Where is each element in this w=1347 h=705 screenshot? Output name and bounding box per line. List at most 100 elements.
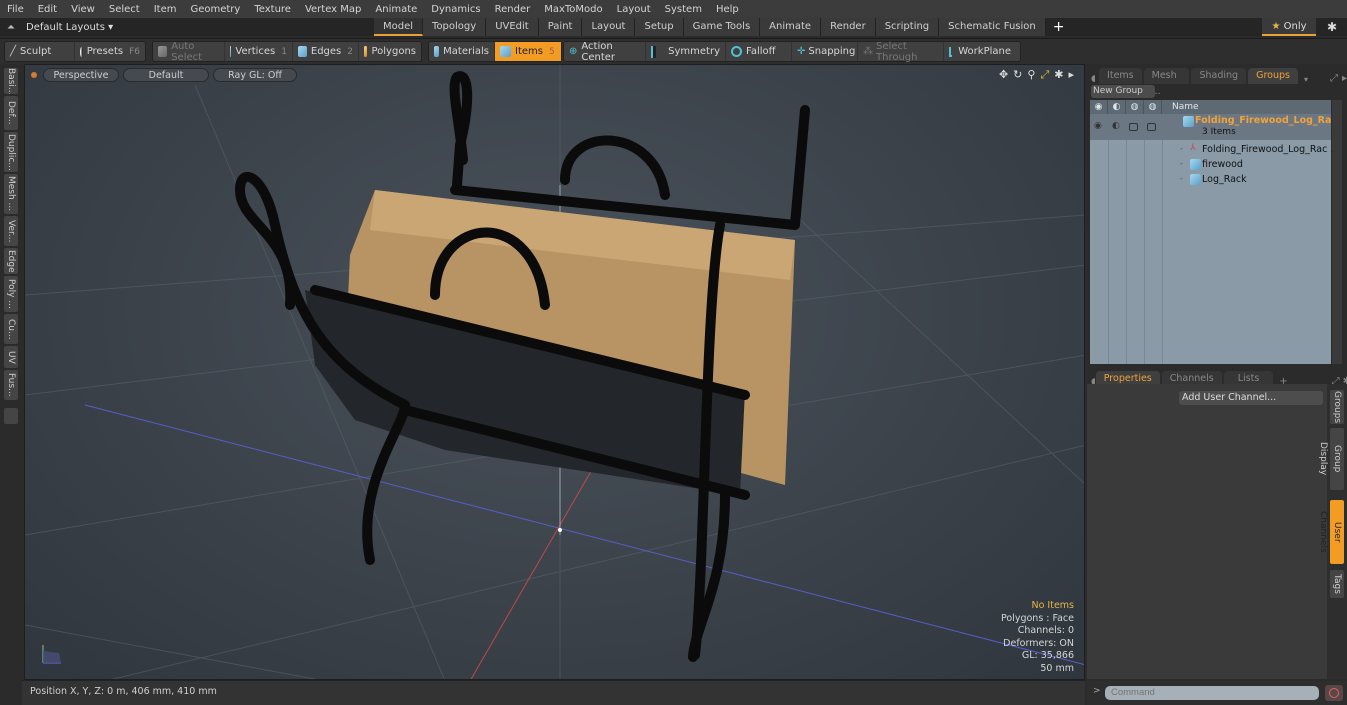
visibility-col-icon[interactable]: ◉ [1090,100,1108,114]
select-through-button[interactable]: ⁂ Select Through [858,41,944,63]
render-icon[interactable]: ◐ [1112,121,1120,131]
vtab-edge[interactable]: Edge [4,248,18,274]
render-col-icon[interactable]: ◐ [1108,100,1126,114]
menu-texture[interactable]: Texture [247,4,298,15]
collapse-up-icon[interactable]: ⏶ [0,22,22,33]
tab-items[interactable]: Items [1099,68,1142,84]
tab-render[interactable]: Render [821,18,876,36]
tab-mesh[interactable]: Mesh ... [1143,68,1190,97]
vtab-extra[interactable] [4,408,18,424]
only-toggle[interactable]: ★ Only [1262,18,1316,36]
menu-file[interactable]: File [0,4,31,15]
menu-vertex-map[interactable]: Vertex Map [298,4,368,15]
raygl-button[interactable]: Ray GL: Off [213,68,297,82]
menu-layout[interactable]: Layout [610,4,658,15]
tab-schematic-fusion[interactable]: Schematic Fusion [939,18,1046,36]
tabs-dropdown-icon[interactable]: ▾ [1300,75,1312,84]
side-tab-tags[interactable]: Tags [1330,570,1344,598]
edges-button[interactable]: Edges 2 [293,42,359,61]
vtab-basic[interactable]: Basi... [4,68,18,94]
tab-model[interactable]: Model [374,18,424,36]
menu-geometry[interactable]: Geometry [183,4,247,15]
menu-render[interactable]: Render [488,4,538,15]
vtab-vertex[interactable]: Ver... [4,216,18,246]
maximize-icon[interactable]: ⤢ [1330,73,1338,84]
menu-view[interactable]: View [64,4,102,15]
tab-setup[interactable]: Setup [635,18,684,36]
new-group-button[interactable]: New Group [1091,85,1155,98]
zoom-icon[interactable]: ⚲ [1027,68,1035,82]
command-record-button[interactable] [1325,685,1343,701]
vtab-polygon[interactable]: Poly ... [4,276,18,312]
visibility-icon[interactable]: ◉ [1094,121,1102,131]
tab-scripting[interactable]: Scripting [875,18,940,36]
vtab-fusion[interactable]: Fus... [4,370,18,400]
3d-viewport[interactable]: Perspective Default Ray GL: Off ✥ ↻ ⚲ ⤢ … [24,64,1085,680]
list-item[interactable]: - ⅄ Folding_Firewood_Log_Rac ... [1090,142,1339,157]
list-item[interactable]: - firewood [1090,157,1331,172]
menu-help[interactable]: Help [709,4,746,15]
gear-icon[interactable]: ✱ [1322,18,1342,36]
menu-dynamics[interactable]: Dynamics [424,4,487,15]
menu-edit[interactable]: Edit [31,4,64,15]
position-readout: Position X, Y, Z: 0 m, 406 mm, 410 mm [30,686,217,697]
tools-group: ⊕ Action Center Symmetry Falloff ✛ Snapp… [563,41,1021,63]
expand-arrow-icon[interactable]: ▸ [1068,68,1074,82]
select-col-icon[interactable]: ◍ [1144,100,1162,114]
snapping-button[interactable]: ✛ Snapping [792,42,858,61]
view-mode-button[interactable]: Perspective [43,68,119,82]
group-icon [1183,116,1194,127]
menu-select[interactable]: Select [102,4,147,15]
viewport-menu-dot[interactable] [31,72,37,78]
vtab-mesh[interactable]: Mesh ... [4,174,18,214]
auto-select-button[interactable]: Auto Select [153,41,225,63]
tab-uvedit[interactable]: UVEdit [486,18,539,36]
presets-button[interactable]: Presets F6 [75,42,145,61]
panel-menu-icon[interactable]: ◖ [1087,74,1099,84]
materials-button[interactable]: Materials [429,42,495,61]
vtab-deform[interactable]: Def... [4,96,18,130]
group-row[interactable]: ◉ ◐ Folding_Firewood_Log_Ra... 3 Items [1090,114,1342,140]
symmetry-button[interactable]: Symmetry [646,42,726,61]
vtab-duplicate[interactable]: Duplic... [4,132,18,172]
tab-shading[interactable]: Shading [1191,68,1247,84]
side-tab-user-channels[interactable]: User Channels [1318,500,1344,564]
tab-layout[interactable]: Layout [582,18,636,36]
tab-topology[interactable]: Topology [423,18,487,36]
pan-icon[interactable]: ✥ [999,68,1008,82]
menu-item[interactable]: Item [147,4,184,15]
default-layouts-dropdown[interactable]: Default Layouts ▾ [26,22,113,33]
groups-scrollbar[interactable] [1332,100,1342,364]
menu-animate[interactable]: Animate [368,4,424,15]
select-icon[interactable] [1147,123,1156,131]
rotate-icon[interactable]: ↻ [1013,68,1022,82]
tab-groups[interactable]: Groups [1248,68,1298,84]
list-item[interactable]: - Log_Rack [1090,172,1331,187]
vtab-uv[interactable]: UV [4,346,18,368]
viewport-settings-icon[interactable]: ✱ [1054,68,1063,82]
panel-expand-icon[interactable]: ▸ [1342,73,1347,84]
lock-col-icon[interactable]: ◍ [1126,100,1144,114]
sculpt-button[interactable]: ╱ Sculpt [5,42,75,61]
tab-paint[interactable]: Paint [538,18,583,36]
workplane-button[interactable]: WorkPlane [944,42,1016,61]
vtab-curve[interactable]: Cu... [4,314,18,344]
command-input[interactable] [1105,686,1319,700]
auto-select-icon [158,46,168,57]
polygons-button[interactable]: Polygons [359,42,421,61]
action-center-button[interactable]: ⊕ Action Center [564,41,646,63]
side-tab-groups[interactable]: Groups [1330,390,1344,424]
add-user-channel-button[interactable]: Add User Channel... [1179,391,1323,405]
shading-mode-button[interactable]: Default [123,68,209,82]
add-tab-button[interactable]: + [1046,18,1072,36]
falloff-button[interactable]: Falloff [726,42,792,61]
tab-animate[interactable]: Animate [760,18,822,36]
side-tab-group-display[interactable]: Group Display [1318,428,1344,490]
menu-system[interactable]: System [658,4,709,15]
fit-icon[interactable]: ⤢ [1040,68,1049,82]
tab-game-tools[interactable]: Game Tools [683,18,761,36]
vertices-button[interactable]: Vertices 1 [225,42,293,61]
items-button[interactable]: Items 5 [495,42,561,61]
lock-icon[interactable] [1129,123,1138,131]
menu-maxtomodo[interactable]: MaxToModo [537,4,609,15]
